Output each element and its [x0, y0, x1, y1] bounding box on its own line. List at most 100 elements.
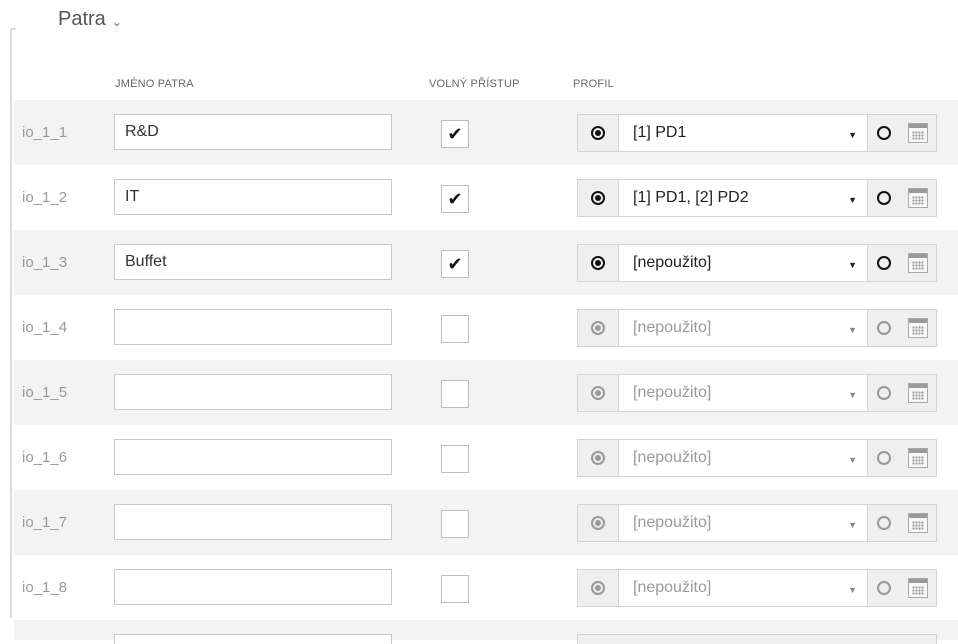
calendar-icon — [908, 448, 928, 468]
profile-select-mode-radio[interactable] — [578, 505, 618, 541]
floor-name-input[interactable] — [114, 634, 392, 644]
calendar-icon — [908, 578, 928, 598]
floor-id: io_1_1 — [22, 124, 68, 141]
profile-selector: [nepoužito] ▼ — [577, 439, 937, 477]
profile-schedule-mode-radio[interactable] — [868, 310, 900, 346]
floor-name-input[interactable] — [114, 179, 392, 215]
floor-id: io_1_7 — [22, 514, 68, 531]
calendar-button[interactable] — [900, 440, 936, 476]
floor-name-input[interactable] — [114, 309, 392, 345]
profile-selector: [1] PD1, [2] PD2 ▼ — [577, 179, 937, 217]
profile-select-mode-radio[interactable] — [578, 440, 618, 476]
floor-name-input[interactable] — [114, 504, 392, 540]
profile-dropdown-value: [nepoužito] — [633, 254, 712, 271]
profile-schedule-mode-radio[interactable] — [868, 570, 900, 606]
profile-dropdown[interactable]: [nepoužito] ▼ — [618, 440, 868, 476]
radio-selected-icon — [591, 386, 605, 400]
profile-dropdown[interactable]: [1] PD1, [2] PD2 ▼ — [618, 180, 868, 216]
calendar-button[interactable] — [900, 310, 936, 346]
profile-select-mode-radio[interactable] — [578, 570, 618, 606]
profile-dropdown[interactable]: [nepoužito] ▼ — [618, 570, 868, 606]
calendar-icon — [908, 123, 928, 143]
profile-selector[interactable] — [577, 634, 937, 644]
profile-select-mode-radio[interactable] — [578, 375, 618, 411]
free-access-checkbox[interactable]: ✔ — [441, 120, 469, 148]
free-access-checkbox[interactable] — [441, 380, 469, 408]
caret-down-icon: ▼ — [848, 454, 857, 465]
profile-selector: [1] PD1 ▼ — [577, 114, 937, 152]
radio-selected-icon — [591, 321, 605, 335]
profile-dropdown-value: [1] PD1 — [633, 124, 687, 141]
radio-unselected-icon — [877, 321, 891, 335]
profile-dropdown[interactable]: [1] PD1 ▼ — [618, 115, 868, 151]
calendar-button[interactable] — [900, 375, 936, 411]
profile-schedule-mode-radio[interactable] — [868, 505, 900, 541]
floor-name-input[interactable] — [114, 244, 392, 280]
radio-unselected-icon — [877, 581, 891, 595]
profile-schedule-mode-radio[interactable] — [868, 180, 900, 216]
floor-name-input[interactable] — [114, 439, 392, 475]
profile-selector: [nepoužito] ▼ — [577, 504, 937, 542]
calendar-button[interactable] — [900, 570, 936, 606]
radio-unselected-icon — [877, 126, 891, 140]
calendar-button[interactable] — [900, 180, 936, 216]
calendar-icon — [908, 383, 928, 403]
profile-schedule-mode-radio[interactable] — [868, 245, 900, 281]
checkmark-icon: ✔ — [447, 254, 463, 274]
caret-down-icon: ▼ — [848, 194, 857, 205]
profile-selector: [nepoužito] ▼ — [577, 374, 937, 412]
section-header-patra[interactable]: Patra ⌄ — [58, 8, 122, 31]
caret-down-icon: ▼ — [848, 584, 857, 595]
profile-select-mode-radio[interactable] — [578, 310, 618, 346]
profile-selector: [nepoužito] ▼ — [577, 244, 937, 282]
calendar-button[interactable] — [900, 115, 936, 151]
profile-schedule-mode-radio[interactable] — [868, 115, 900, 151]
radio-unselected-icon — [877, 516, 891, 530]
profile-dropdown[interactable]: [nepoužito] ▼ — [618, 505, 868, 541]
floor-name-input[interactable] — [114, 569, 392, 605]
profile-dropdown[interactable]: [nepoužito] ▼ — [618, 310, 868, 346]
profile-dropdown-value: [nepoužito] — [633, 384, 712, 401]
radio-selected-icon — [591, 191, 605, 205]
profile-schedule-mode-radio[interactable] — [868, 375, 900, 411]
calendar-icon — [908, 253, 928, 273]
floor-id: io_1_6 — [22, 449, 68, 466]
radio-unselected-icon — [877, 451, 891, 465]
free-access-checkbox[interactable]: ✔ — [441, 250, 469, 278]
caret-down-icon: ▼ — [848, 389, 857, 400]
profile-selector: [nepoužito] ▼ — [577, 569, 937, 607]
profile-select-mode-radio[interactable] — [578, 115, 618, 151]
free-access-checkbox[interactable] — [441, 445, 469, 473]
calendar-button[interactable] — [900, 505, 936, 541]
profile-select-mode-radio[interactable] — [578, 245, 618, 281]
profile-dropdown-value: [nepoužito] — [633, 514, 712, 531]
table-row: io_1_7 [nepoužito] ▼ — [14, 490, 958, 555]
floors-table: io_1_1 ✔ [1] PD1 ▼ io_1_2 ✔ — [14, 100, 958, 644]
radio-selected-icon — [591, 451, 605, 465]
table-row: io_1_2 ✔ [1] PD1, [2] PD2 ▼ — [14, 165, 958, 230]
profile-selector: [nepoužito] ▼ — [577, 309, 937, 347]
profile-select-mode-radio[interactable] — [578, 180, 618, 216]
caret-down-icon: ▼ — [848, 324, 857, 335]
profile-dropdown[interactable]: [nepoužito] ▼ — [618, 245, 868, 281]
floor-name-input[interactable] — [114, 114, 392, 150]
table-row: io_1_1 ✔ [1] PD1 ▼ — [14, 100, 958, 165]
floor-name-input[interactable] — [114, 374, 392, 410]
profile-dropdown[interactable]: [nepoužito] ▼ — [618, 375, 868, 411]
table-row: io_1_5 [nepoužito] ▼ — [14, 360, 958, 425]
caret-down-icon: ▼ — [848, 129, 857, 140]
table-row: io_1_6 [nepoužito] ▼ — [14, 425, 958, 490]
floor-id: io_1_2 — [22, 189, 68, 206]
calendar-button[interactable] — [900, 245, 936, 281]
free-access-checkbox[interactable] — [441, 315, 469, 343]
section-title: Patra — [58, 8, 106, 30]
calendar-icon — [908, 188, 928, 208]
free-access-checkbox[interactable] — [441, 510, 469, 538]
column-header-profile: PROFIL — [573, 78, 614, 90]
section-bracket — [10, 28, 12, 618]
free-access-checkbox[interactable] — [441, 575, 469, 603]
radio-unselected-icon — [877, 191, 891, 205]
free-access-checkbox[interactable]: ✔ — [441, 185, 469, 213]
profile-dropdown-value: [nepoužito] — [633, 319, 712, 336]
profile-schedule-mode-radio[interactable] — [868, 440, 900, 476]
